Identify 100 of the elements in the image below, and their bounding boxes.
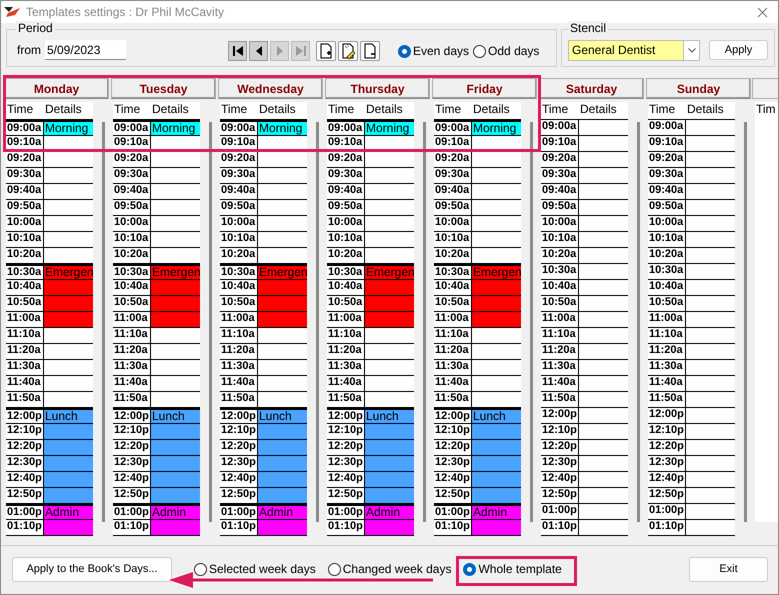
time-cell: 11:20a: [327, 344, 365, 359]
time-cell: 01:10p: [541, 520, 579, 535]
day-header[interactable]: Tuesday: [111, 78, 216, 99]
radio-button[interactable]: [473, 44, 486, 58]
time-cell: 11:50a: [220, 392, 258, 407]
time-cell: 10:30a: [6, 266, 44, 279]
column-header: Details: [151, 102, 189, 118]
radio-button[interactable]: [328, 562, 341, 576]
time-cell: 12:50p: [434, 488, 472, 503]
time-cell: 09:20a: [327, 152, 365, 167]
nav-button[interactable]: [249, 41, 268, 61]
column-header: Details: [579, 102, 617, 118]
details-cell: Emergen: [472, 266, 521, 279]
time-cell: 11:50a: [6, 392, 44, 407]
time-cell: 10:50a: [6, 296, 44, 311]
time-cell: 09:30a: [6, 168, 44, 183]
details-cell: Admin: [472, 506, 521, 519]
time-cell: 10:10a: [113, 232, 151, 247]
day-header[interactable]: Thursday: [325, 78, 430, 99]
stencil-dropdown[interactable]: General Dentist: [568, 40, 700, 60]
toolbar-button[interactable]: [316, 41, 336, 61]
time-cell: 12:10p: [113, 424, 151, 439]
close-icon[interactable]: [757, 6, 768, 18]
time-cell: 09:10a: [541, 136, 579, 151]
column-header: Time: [434, 102, 462, 118]
apply-button[interactable]: Apply: [709, 40, 768, 60]
details-cell: Emergen: [258, 266, 307, 279]
time-cell: 12:20p: [327, 440, 365, 455]
time-cell: 09:20a: [541, 152, 579, 167]
time-cell: 10:20a: [648, 248, 686, 263]
time-cell: 09:30a: [327, 168, 365, 183]
time-cell: 12:40p: [327, 472, 365, 487]
time-cell: 11:50a: [113, 392, 151, 407]
time-cell: 11:10a: [327, 328, 365, 343]
toolbar-button[interactable]: [360, 41, 380, 61]
exit-button[interactable]: Exit: [689, 556, 768, 582]
time-cell: 09:30a: [220, 168, 258, 183]
time-cell: 12:20p: [220, 440, 258, 455]
radio-option[interactable]: Whole template: [463, 560, 562, 578]
day-header[interactable]: Saturday: [539, 78, 644, 99]
time-cell: 09:30a: [113, 168, 151, 183]
radio-button[interactable]: [463, 562, 476, 576]
details-cell: Admin: [258, 506, 307, 519]
time-cell: 11:10a: [113, 328, 151, 343]
time-cell: 12:20p: [434, 440, 472, 455]
details-cell: Morning: [258, 122, 307, 135]
radio-option[interactable]: Even days: [398, 42, 470, 60]
radio-button[interactable]: [194, 562, 207, 576]
time-cell: 01:10p: [648, 520, 686, 535]
time-cell: 10:50a: [648, 296, 686, 311]
column-header: Tim: [755, 102, 777, 117]
radio-option[interactable]: Odd days: [473, 42, 540, 60]
time-cell: 09:40a: [434, 184, 472, 199]
details-cell: Admin: [365, 506, 414, 519]
time-cell: 09:20a: [434, 152, 472, 167]
time-cell: 11:10a: [648, 328, 686, 343]
time-cell: 10:30a: [434, 266, 472, 279]
day-header[interactable]: Wednesday: [218, 78, 323, 99]
nav-button[interactable]: [228, 41, 247, 61]
time-cell: 10:40a: [113, 280, 151, 295]
column-header: Time: [220, 102, 248, 118]
time-cell: 11:30a: [648, 360, 686, 375]
time-cell: 09:20a: [113, 152, 151, 167]
time-cell: 12:30p: [220, 456, 258, 471]
time-cell: 12:40p: [434, 472, 472, 487]
day-header[interactable]: Friday: [432, 78, 537, 99]
time-cell: 11:50a: [327, 392, 365, 407]
time-cell: 11:40a: [327, 376, 365, 391]
time-cell: 11:00a: [6, 312, 44, 327]
time-cell: 09:20a: [648, 152, 686, 167]
time-cell: 09:50a: [6, 200, 44, 215]
time-cell: 10:10a: [6, 232, 44, 247]
day-header[interactable]: Monday: [4, 78, 109, 99]
time-cell: 11:00a: [434, 312, 472, 327]
time-cell: 11:30a: [113, 360, 151, 375]
time-cell: 12:10p: [220, 424, 258, 439]
time-cell: 11:50a: [541, 392, 579, 407]
radio-option[interactable]: Changed week days: [328, 560, 452, 578]
group-label: Stencil: [568, 21, 608, 35]
radio-button[interactable]: [398, 44, 411, 58]
radio-option[interactable]: Selected week days: [194, 560, 316, 578]
time-cell: 10:20a: [6, 248, 44, 263]
time-cell: 09:00a: [113, 122, 151, 135]
time-cell: 11:00a: [541, 312, 579, 327]
time-cell: 10:00a: [113, 216, 151, 231]
time-cell: 11:30a: [327, 360, 365, 375]
time-cell: 09:20a: [6, 152, 44, 167]
toolbar-button[interactable]: [338, 41, 358, 61]
time-cell: 09:50a: [648, 200, 686, 215]
time-cell: 12:10p: [6, 424, 44, 439]
apply-to-days-button[interactable]: Apply to the Book's Days...: [12, 556, 172, 582]
time-cell: 01:00p: [327, 506, 365, 519]
time-cell: 11:00a: [648, 312, 686, 327]
time-cell: 09:50a: [113, 200, 151, 215]
time-cell: 09:00a: [648, 120, 686, 135]
time-cell: 12:10p: [648, 424, 686, 439]
time-cell: 12:20p: [113, 440, 151, 455]
day-header[interactable]: Sunday: [646, 78, 751, 99]
time-cell: 12:30p: [541, 456, 579, 471]
date-field[interactable]: 5/09/2023: [45, 40, 126, 60]
